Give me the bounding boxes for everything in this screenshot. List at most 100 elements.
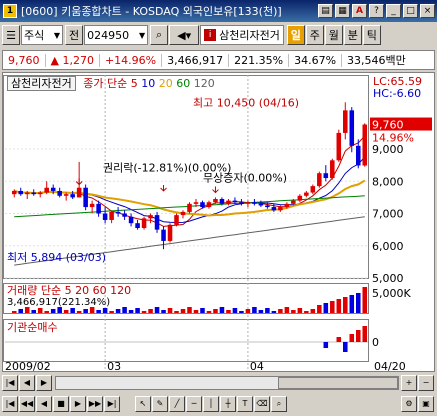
save-icon[interactable]: ▣ [418,396,434,412]
toolbar-toggle-icon[interactable]: ▤ [318,4,333,18]
help-icon[interactable]: ? [369,4,384,18]
volume-bar [330,301,335,313]
prev-button[interactable]: 전 [65,25,84,45]
scroll-prev-icon[interactable]: ◀ [19,375,35,391]
volume-bar [63,310,69,313]
volume-bar [141,311,147,313]
panel-frame [3,75,369,279]
ma-20-label: 20 [158,77,173,90]
scroll-thumb[interactable] [278,377,398,389]
zoom-icon[interactable]: ⌕ [271,396,287,412]
candle-body [167,224,173,241]
chevron-down-icon[interactable]: ▼ [54,31,60,40]
candle-body [336,132,342,161]
inst-axis-label: 0 [372,336,379,349]
search-icon[interactable]: ⌕ [150,25,169,45]
period-tick-button[interactable]: 틱 [362,25,381,45]
back-icon[interactable]: ◀ [36,396,52,412]
candle-body [323,173,329,179]
volume-bar [219,307,225,313]
chevron-down-icon[interactable]: ▼ [139,31,145,40]
price-tick-label: 6,000 [372,240,404,253]
settings-icon[interactable]: ⚙ [401,396,417,412]
volume-bar [167,308,173,313]
volume-bar [239,311,244,313]
volume-bar [102,308,108,313]
stock-name-box[interactable]: ⅰ 삼천리자전거 [200,25,284,45]
minimize-icon[interactable]: _ [386,4,401,18]
chart-canvas[interactable]: 9,000 8,000 7,000 6,000 5,000 최고 10,450 (04/1… [3,73,434,371]
menu-icon[interactable]: ☰ [2,25,20,45]
candle-body [63,194,69,196]
scroll-next-icon[interactable]: ▶ [36,375,52,391]
period-month-button[interactable]: 월 [324,25,343,45]
hline-icon[interactable]: ─ [186,396,202,412]
cross-icon[interactable]: ┼ [220,396,236,412]
candle-body [317,173,322,187]
candle-body [89,203,95,208]
title-bar[interactable]: 1 [0600] 키움종합차트 - KOSDAQ 외국인보유[133(천)] ▤… [0,0,437,22]
chart-scroll-bar[interactable]: |◀ ◀ ▶ + − [2,374,435,392]
fast-forward-icon[interactable]: ▶▶ [87,396,103,412]
pen-icon[interactable]: ✎ [152,396,168,412]
candle-body [141,218,147,229]
panel-frame [3,319,369,362]
volume-bar [50,309,56,313]
zoom-out-icon[interactable]: − [418,375,434,391]
chart-area[interactable]: 9,000 8,000 7,000 6,000 5,000 최고 10,450 (04/1… [2,72,435,372]
rewind-icon[interactable]: ◀◀ [19,396,35,412]
candle-body [362,124,368,166]
play-icon[interactable]: ▶ [70,396,86,412]
period-day-button[interactable]: 일 [286,25,305,45]
volume-bar [89,307,95,313]
volume-bar [76,311,82,313]
volume-bar [200,308,205,313]
candle-body [245,202,251,204]
volume: 3,466,917 [162,53,230,67]
candle-body [284,203,290,208]
trendline-icon[interactable]: ╱ [169,396,185,412]
candle-body [50,187,56,191]
candle-body [304,192,309,196]
volume-bar [226,310,231,313]
low-annotation: 최저 5,894 (03/03) [7,251,106,264]
market-select[interactable]: 주식 ▼ [21,25,63,45]
stock-code-input[interactable]: 024950 ▼ [84,25,149,45]
volume-bar [310,309,316,313]
volume-bar [297,308,303,313]
candle-body [109,211,114,220]
candle-body [154,215,160,230]
text-icon[interactable]: T [237,396,253,412]
candle-body [122,213,127,217]
volume-bar [57,307,62,313]
period-week-button[interactable]: 주 [305,25,324,45]
chart-stock-label[interactable]: 삼천리자전거 [7,76,76,91]
current-price: 9,760 [3,53,46,67]
volume-bar [11,311,17,313]
price-tick-label: 8,000 [372,175,404,188]
close-icon[interactable]: × [420,4,435,18]
print-icon[interactable]: ▦ [335,4,350,18]
scroll-first-icon[interactable]: |◀ [2,375,18,391]
alert-icon[interactable]: A [352,4,367,18]
volume-bar [278,309,283,313]
last-icon[interactable]: ▶| [104,396,120,412]
candle-body [297,195,303,201]
volume-axis-label: 5,000K [372,287,411,300]
period-minute-button[interactable]: 분 [343,25,362,45]
sound-icon[interactable]: ◀▾ [169,25,200,45]
vline-icon[interactable]: │ [203,396,219,412]
scroll-track[interactable] [55,376,399,390]
cursor-icon[interactable]: ↖ [135,396,151,412]
maximize-icon[interactable]: □ [403,4,418,18]
first-icon[interactable]: |◀ [2,396,18,412]
volume-bar [343,297,348,313]
stop-icon[interactable]: ■ [53,396,69,412]
candle-body [18,190,24,195]
volume-bar [187,307,192,313]
eraser-icon[interactable]: ⌫ [254,396,270,412]
zoom-in-icon[interactable]: + [401,375,417,391]
stock-flag-icon: ⅰ [204,29,217,41]
candle-body [193,202,199,204]
volume-value: 3,466,917(221.34%) [7,297,110,308]
